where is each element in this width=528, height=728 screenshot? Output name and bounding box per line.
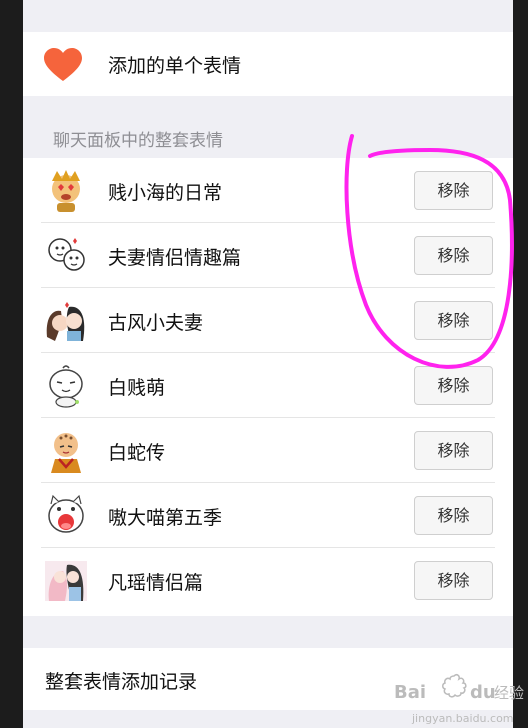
heart-icon: [44, 48, 82, 81]
pack-thumbnail: [45, 561, 87, 601]
pack-thumbnail: [48, 238, 85, 271]
remove-button[interactable]: 移除: [414, 366, 493, 405]
pack-name: 贱小海的日常: [108, 182, 223, 204]
pack-thumbnail: [46, 302, 85, 341]
pack-name: 夫妻情侣情趣篇: [108, 247, 242, 269]
pack-name: 凡瑶情侣篇: [108, 572, 204, 594]
pack-name: 白蛇传: [108, 442, 166, 464]
remove-button[interactable]: 移除: [414, 301, 493, 340]
list-item: 白蛇传 移除: [23, 418, 513, 483]
svg-text:经验: 经验: [494, 684, 524, 702]
pack-name: 古风小夫妻: [108, 312, 204, 334]
add-history-label: 整套表情添加记录: [45, 671, 198, 693]
list-item: 贱小海的日常 移除: [23, 158, 513, 223]
svg-text:du: du: [470, 682, 496, 703]
svg-text:jingyan.baidu.com: jingyan.baidu.com: [411, 712, 514, 725]
remove-button[interactable]: 移除: [414, 561, 493, 600]
baidu-jingyan-watermark: Bai du 经验 jingyan.baidu.com: [394, 674, 524, 725]
remove-button[interactable]: 移除: [414, 431, 493, 470]
list-item: 白贱萌 移除: [23, 353, 513, 418]
list-item: 嗷大喵第五季 移除: [23, 483, 513, 548]
pack-name: 嗷大喵第五季: [108, 507, 223, 529]
emoji-settings-screen: 添加的单个表情 聊天面板中的整套表情 贱小海的日常 移除 夫妻情侣情趣篇 移除 …: [23, 0, 513, 728]
pack-thumbnail: [51, 433, 81, 473]
pack-thumbnail: [49, 365, 83, 408]
single-emoji-label: 添加的单个表情: [108, 55, 242, 77]
single-emoji-row[interactable]: 添加的单个表情: [23, 32, 513, 96]
remove-button[interactable]: 移除: [414, 236, 493, 275]
list-item: 古风小夫妻 移除: [23, 288, 513, 353]
emoji-pack-list: 贱小海的日常 移除 夫妻情侣情趣篇 移除 古风小夫妻 移除 白贱萌 移除 白蛇传…: [23, 158, 513, 616]
pack-thumbnail: [52, 170, 80, 212]
svg-text:Bai: Bai: [394, 682, 426, 703]
pack-thumbnail: [48, 494, 84, 533]
list-item: 夫妻情侣情趣篇 移除: [23, 223, 513, 288]
pack-name: 白贱萌: [108, 377, 166, 399]
list-item: 凡瑶情侣篇 移除: [23, 548, 513, 613]
remove-button[interactable]: 移除: [414, 496, 493, 535]
remove-button[interactable]: 移除: [414, 171, 493, 210]
chat-panel-section-header: 聊天面板中的整套表情: [53, 131, 223, 151]
